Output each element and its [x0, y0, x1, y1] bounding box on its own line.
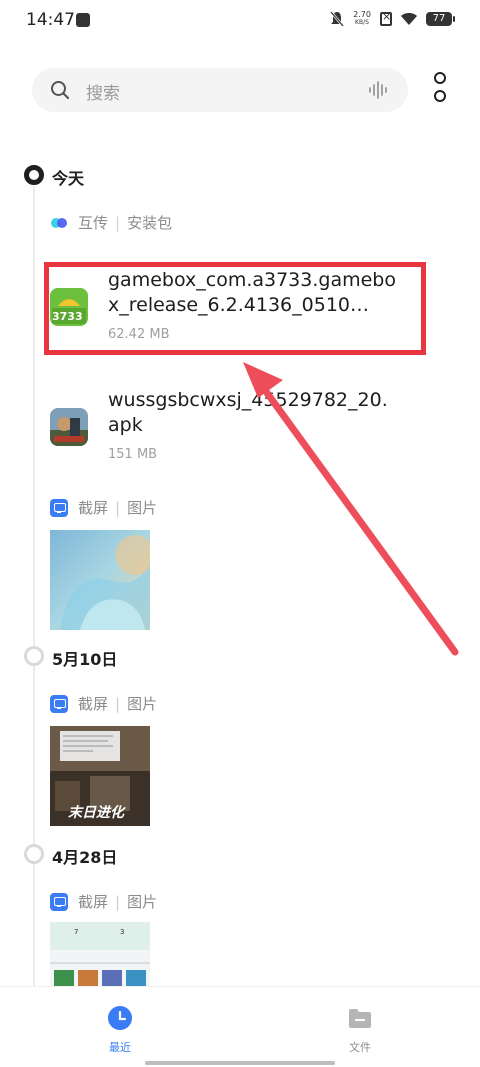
file-size: 151 MB: [108, 447, 158, 462]
game-app-icon: [50, 408, 88, 446]
file-item-wussgsbcwxsj[interactable]: wussgsbcwxsj_45529782_20.apk 151 MB: [48, 388, 428, 478]
net-speed: 2.70 KB/S: [352, 11, 372, 27]
status-icons: 2.70 KB/S 77: [330, 10, 455, 27]
source-category: 图片: [127, 695, 158, 713]
wifi-icon: [401, 13, 417, 25]
net-speed-unit: KB/S: [355, 19, 369, 26]
timeline-dot-today: [24, 165, 44, 185]
source-category: 图片: [127, 893, 158, 911]
source-row-screenshot-today: 截屏 | 图片: [50, 497, 157, 518]
search-input[interactable]: 搜索: [32, 68, 408, 112]
status-time: 14:47: [26, 10, 75, 30]
mute-bell-icon: [330, 11, 344, 27]
no-sim-icon: [380, 10, 392, 26]
source-app-name: 截屏: [78, 695, 109, 713]
net-speed-value: 2.70: [353, 10, 371, 19]
stat-number-2: 3: [120, 928, 125, 936]
timeline-line: [33, 186, 35, 986]
notification-app-icon: [76, 13, 90, 27]
date-label-may10: 5月10日: [52, 650, 118, 669]
source-category: 图片: [127, 499, 158, 517]
bottom-nav: 最近 文件: [0, 986, 480, 1067]
tab-files-label: 文件: [349, 1041, 371, 1054]
source-app-name: 截屏: [78, 893, 109, 911]
image-thumbnail-wallpaper[interactable]: [50, 530, 150, 630]
tab-recent[interactable]: 最近: [90, 1005, 150, 1055]
highlight-box: [44, 262, 426, 355]
source-row-screenshot-apr28: 截屏 | 图片: [50, 891, 157, 912]
tab-files[interactable]: 文件: [330, 1005, 390, 1055]
file-name: wussgsbcwxsj_45529782_20.apk: [108, 389, 388, 436]
image-thumbnail-game[interactable]: 末日进化: [50, 726, 150, 826]
timeline-dot-may10: [24, 646, 44, 666]
image-thumbnail-app-page[interactable]: 7 3: [50, 922, 150, 986]
source-row-screenshot-may10: 截屏 | 图片: [50, 693, 157, 714]
folder-icon: [349, 1009, 371, 1028]
search-icon: [51, 81, 70, 100]
home-indicator[interactable]: [145, 1061, 335, 1065]
more-options-button[interactable]: [430, 72, 452, 108]
battery-icon: 77: [426, 12, 455, 26]
date-label-today: 今天: [52, 169, 85, 188]
search-placeholder: 搜索: [86, 84, 120, 104]
source-app-name: 截屏: [78, 499, 109, 517]
timeline-dot-apr28: [24, 844, 44, 864]
screenshot-app-icon: [50, 892, 68, 911]
clock-icon: [108, 1006, 132, 1030]
date-label-apr28: 4月28日: [52, 848, 118, 867]
tab-recent-label: 最近: [109, 1041, 131, 1054]
source-row-transfer: 互传 | 安装包: [50, 212, 172, 233]
status-bar: 14:47 2.70 KB/S 77: [0, 0, 480, 44]
more-dot-icon: [434, 72, 446, 84]
source-app-name: 互传: [78, 214, 109, 232]
transfer-app-icon: [51, 217, 67, 228]
source-category: 安装包: [127, 214, 173, 232]
screenshot-app-icon: [50, 498, 68, 517]
screenshot-app-icon: [50, 694, 68, 713]
more-dot-icon: [434, 90, 446, 102]
voice-search-icon[interactable]: [368, 80, 390, 100]
game-logo-text: 末日进化: [68, 805, 124, 821]
stat-number-1: 7: [74, 928, 79, 936]
